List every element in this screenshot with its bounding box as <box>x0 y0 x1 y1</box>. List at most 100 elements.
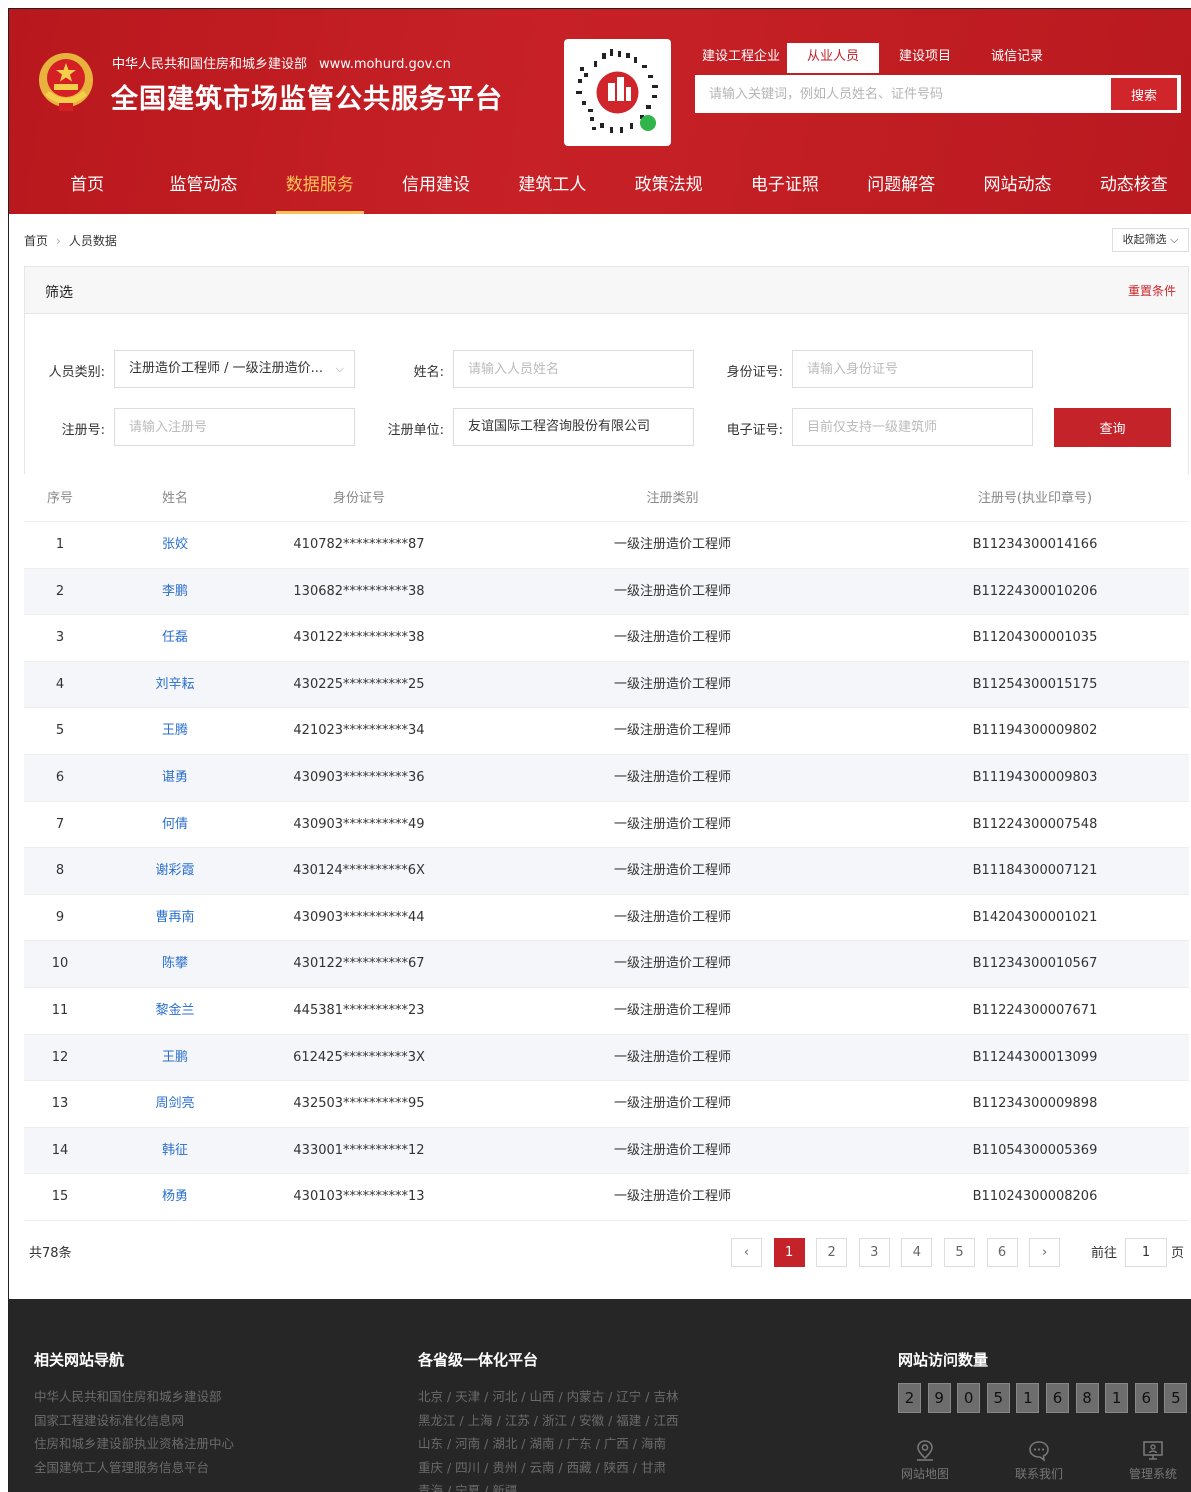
nav-item-data-service[interactable]: 数据服务 <box>262 161 378 214</box>
province-line[interactable]: 山东 / 河南 / 湖北 / 湖南 / 广东 / 广西 / 海南 <box>418 1432 678 1456</box>
sitemap-link[interactable]: 网站地图 <box>890 1439 960 1482</box>
nav-item-supervision-news[interactable]: 监管动态 <box>145 161 261 214</box>
province-line[interactable]: 重庆 / 四川 / 贵州 / 云南 / 西藏 / 陕西 / 甘肃 <box>418 1456 678 1480</box>
person-type-select[interactable]: 注册造价工程师 / 一级注册造价... ⌵ <box>114 350 355 388</box>
person-name-link[interactable]: 黎金兰 <box>96 988 254 1034</box>
visit-counter: 2 9 0 5 1 6 8 1 6 5 <box>898 1383 1191 1413</box>
person-name-link[interactable]: 张姣 <box>96 522 254 568</box>
reg-number: B11234300010567 <box>972 956 1098 972</box>
contact-link[interactable]: 联系我们 <box>1004 1439 1074 1482</box>
collapse-filter-button[interactable]: 收起筛选 ⌵ <box>1112 228 1189 252</box>
footer-link[interactable]: 国家工程建设标准化信息网 <box>34 1409 234 1433</box>
id-number-input[interactable] <box>792 350 1033 388</box>
nav-item-faq[interactable]: 问题解答 <box>843 161 959 214</box>
person-name-link[interactable]: 杨勇 <box>96 1174 254 1220</box>
row-index: 7 <box>55 816 65 832</box>
reg-type: 一级注册造价工程师 <box>613 676 731 692</box>
query-button[interactable]: 查询 <box>1054 408 1171 447</box>
chevron-down-icon: ⌵ <box>1170 233 1179 246</box>
search-tab-credit[interactable]: 诚信记录 <box>971 43 1063 73</box>
page-button-6[interactable]: 6 <box>986 1238 1018 1267</box>
reg-number: B11224300007671 <box>972 1002 1098 1018</box>
nav-item-home[interactable]: 首页 <box>29 161 145 214</box>
reg-number: B11254300015175 <box>972 676 1098 692</box>
reg-type: 一级注册造价工程师 <box>613 1189 731 1205</box>
footer-link[interactable]: 全国建筑工人管理服务信息平台 <box>34 1456 234 1480</box>
table-row: 7 何倩 430903**********49 一级注册造价工程师 B112243000… <box>24 802 1189 849</box>
row-index: 9 <box>55 909 65 925</box>
nav-item-credit[interactable]: 信用建设 <box>378 161 494 214</box>
person-name-link[interactable]: 周剑亮 <box>96 1081 254 1127</box>
id-number: 430903**********49 <box>293 816 425 832</box>
row-index: 3 <box>55 630 65 646</box>
table-row: 1 张姣 410782**********87 一级注册造价工程师 B112343000… <box>24 522 1189 569</box>
ministry-url[interactable]: www.mohurd.gov.cn <box>319 57 451 72</box>
person-name-link[interactable]: 陈攀 <box>96 941 254 987</box>
col-header-reg-number: 注册号(执业印章号) <box>977 491 1093 506</box>
reset-filters-link[interactable]: 重置条件 <box>1128 282 1176 299</box>
reg-number: B11204300001035 <box>972 630 1098 646</box>
reg-type: 一级注册造价工程师 <box>613 1142 731 1158</box>
name-input[interactable] <box>453 350 694 388</box>
monitor-user-icon <box>1143 1441 1163 1460</box>
main-nav: 首页 监管动态 数据服务 信用建设 建筑工人 政策法规 电子证照 问题解答 网站… <box>9 161 1191 214</box>
search-tab-project[interactable]: 建设项目 <box>879 43 971 73</box>
person-name-link[interactable]: 何倩 <box>96 802 254 848</box>
reg-number-input[interactable] <box>114 408 355 446</box>
admin-system-link[interactable]: 管理系统 <box>1118 1439 1188 1482</box>
e-cert-input[interactable] <box>792 408 1033 446</box>
footer-visits-title: 网站访问数量 <box>898 1351 989 1369</box>
id-number: 430124**********6X <box>293 863 425 879</box>
nav-item-verification[interactable]: 动态核查 <box>1076 161 1191 214</box>
id-number: 430225**********25 <box>293 676 425 692</box>
nav-item-site-news[interactable]: 网站动态 <box>959 161 1075 214</box>
visit-digit: 1 <box>1105 1383 1129 1413</box>
person-name-link[interactable]: 韩征 <box>96 1128 254 1174</box>
page-button-3[interactable]: 3 <box>858 1238 890 1267</box>
province-line[interactable]: 黑龙江 / 上海 / 江苏 / 浙江 / 安徽 / 福建 / 江西 <box>418 1409 678 1433</box>
page-button-2[interactable]: 2 <box>816 1238 848 1267</box>
province-line[interactable]: 青海 / 宁夏 / 新疆 <box>418 1479 678 1492</box>
reg-unit-input[interactable]: 友谊国际工程咨询股份有限公司 <box>453 408 694 446</box>
reg-type: 一级注册造价工程师 <box>613 537 731 552</box>
person-name-link[interactable]: 李鹏 <box>96 569 254 615</box>
site-header: 中华人民共和国住房和城乡建设部 www.mohurd.gov.cn 全国建筑市场监… <box>9 9 1191 214</box>
footer-link[interactable]: 中华人民共和国住房和城乡建设部 <box>34 1385 234 1409</box>
province-line[interactable]: 北京 / 天津 / 河北 / 山西 / 内蒙古 / 辽宁 / 吉林 <box>418 1385 678 1409</box>
search-tab-enterprise[interactable]: 建设工程企业 <box>695 43 787 73</box>
person-name-link[interactable]: 王鹏 <box>96 1035 254 1081</box>
person-name-link[interactable]: 谌勇 <box>96 755 254 801</box>
id-number: 433001**********12 <box>293 1142 425 1158</box>
visit-digit: 5 <box>986 1383 1010 1413</box>
person-name-link[interactable]: 刘辛耘 <box>96 662 254 708</box>
goto-page-input[interactable]: 1 <box>1125 1238 1167 1267</box>
ministry-line: 中华人民共和国住房和城乡建设部 www.mohurd.gov.cn <box>112 53 451 72</box>
visit-digit: 1 <box>1016 1383 1040 1413</box>
person-name-link[interactable]: 任磊 <box>96 615 254 661</box>
header-search-button[interactable]: 搜索 <box>1111 78 1177 110</box>
mini-program-qr-icon <box>576 49 658 133</box>
page-button-5[interactable]: 5 <box>943 1238 975 1267</box>
prev-page-button[interactable]: ‹ <box>731 1238 762 1267</box>
nav-item-workers[interactable]: 建筑工人 <box>494 161 610 214</box>
reg-type: 一级注册造价工程师 <box>613 1002 731 1018</box>
page-button-1[interactable]: 1 <box>773 1238 805 1267</box>
nav-item-policy[interactable]: 政策法规 <box>610 161 726 214</box>
page-button-4[interactable]: 4 <box>901 1238 933 1267</box>
breadcrumb-home[interactable]: 首页 <box>24 234 48 248</box>
nav-item-e-license[interactable]: 电子证照 <box>727 161 843 214</box>
table-row: 3 任磊 430122**********38 一级注册造价工程师 B112043000… <box>24 615 1189 662</box>
person-name-link[interactable]: 谢彩霞 <box>96 848 254 894</box>
table-row: 5 王腾 421023**********34 一级注册造价工程师 B111943000… <box>24 708 1189 755</box>
visit-digit: 0 <box>957 1383 981 1413</box>
footer-link[interactable]: 住房和城乡建设部执业资格注册中心 <box>34 1432 234 1456</box>
person-name-link[interactable]: 曹再南 <box>96 895 254 941</box>
header-search-input[interactable] <box>695 75 1111 113</box>
next-page-button[interactable]: › <box>1029 1238 1061 1267</box>
person-name-link[interactable]: 王腾 <box>96 708 254 754</box>
reg-number: B11194300009802 <box>972 723 1098 739</box>
search-tab-personnel[interactable]: 从业人员 <box>787 43 879 73</box>
col-header-name: 姓名 <box>161 491 188 506</box>
table-row: 4 刘辛耘 430225**********25 一级注册造价工程师 B11254300… <box>24 661 1189 709</box>
visit-digit: 6 <box>1134 1383 1158 1413</box>
